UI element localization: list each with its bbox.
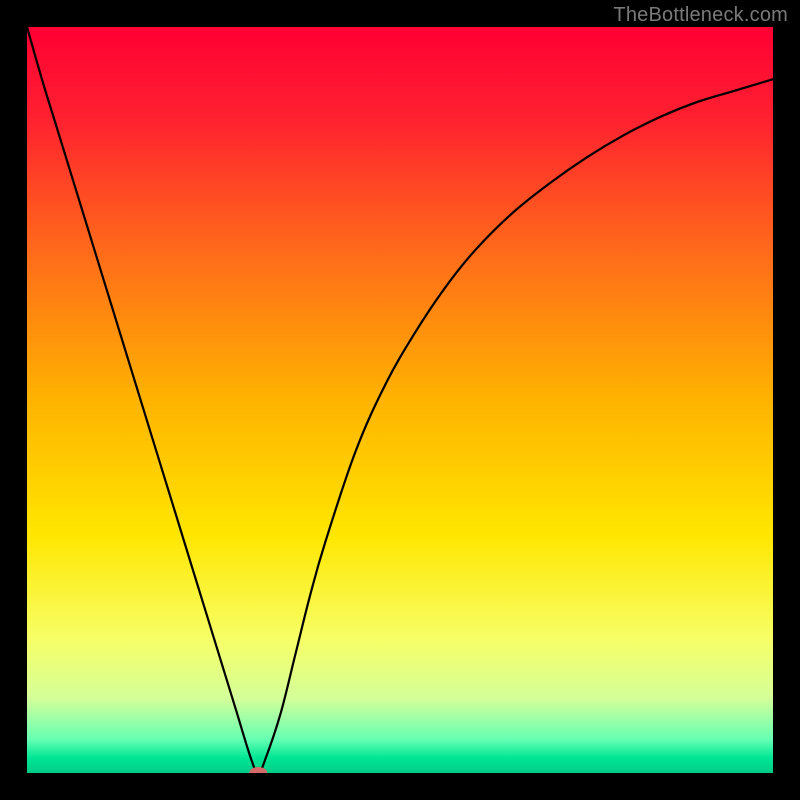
watermark-text: TheBottleneck.com (613, 4, 788, 27)
chart-plot-area (27, 27, 773, 773)
chart-background-gradient (27, 27, 773, 773)
